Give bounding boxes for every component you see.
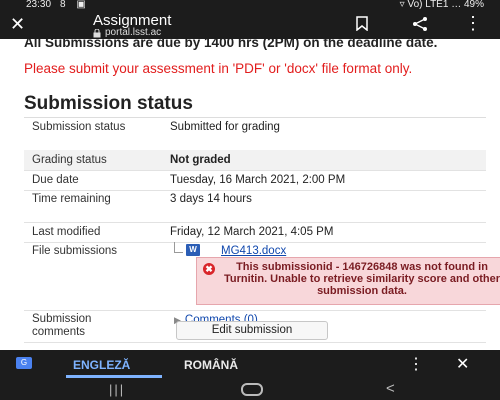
status-time: 23:30 xyxy=(26,0,52,10)
translate-bar: G ENGLEZĂ ROMÂNĂ ⋮ ✕ xyxy=(0,350,500,378)
recent-apps-icon[interactable]: ||| xyxy=(109,382,125,397)
more-vert-icon[interactable]: ⋮ xyxy=(464,13,482,34)
bookmark-icon[interactable] xyxy=(356,16,368,36)
google-translate-icon[interactable]: G xyxy=(16,357,32,369)
status-bar: 23:30 8 ▣ ▿ Vo) LTE1 … 49% xyxy=(0,0,500,10)
row-value: Friday, 12 March 2021, 4:05 PM xyxy=(170,226,334,238)
page-content: All Submissions are due by 1400 hrs (2PM… xyxy=(0,39,500,350)
table-row: File submissions W MG413.docx ✖ This sub… xyxy=(24,242,500,311)
home-icon[interactable] xyxy=(241,383,263,396)
error-icon: ✖ xyxy=(203,263,215,275)
row-value: Tuesday, 16 March 2021, 2:00 PM xyxy=(170,174,346,186)
row-label: Time remaining xyxy=(32,193,111,205)
turnitin-error-alert: ✖ This submissionid - 146726848 was not … xyxy=(196,257,500,305)
deadline-notice: All Submissions are due by 1400 hrs (2PM… xyxy=(24,39,438,50)
row-label: Submission comments xyxy=(32,313,92,338)
app-bar: ✕ Assignment portal.lsst.ac ⋮ xyxy=(0,10,500,39)
section-heading: Submission status xyxy=(24,93,193,114)
word-document-icon: W xyxy=(186,244,200,256)
row-label: Grading status xyxy=(32,154,107,166)
table-row: Time remaining 3 days 14 hours xyxy=(24,190,486,223)
tab-language-english[interactable]: ENGLEZĂ xyxy=(73,358,130,372)
page-url: portal.lsst.ac xyxy=(105,27,162,38)
table-row: Grading status Not graded xyxy=(24,150,486,171)
status-indicators: ▿ Vo) LTE1 … 49% xyxy=(399,0,484,10)
table-row: Submission status Submitted for grading xyxy=(24,118,486,151)
row-label: Last modified xyxy=(32,226,101,238)
tab-language-romanian[interactable]: ROMÂNĂ xyxy=(184,358,238,372)
edit-submission-button[interactable]: Edit submission xyxy=(176,321,328,340)
error-message: This submissionid - 146726848 was not fo… xyxy=(223,261,500,297)
row-label: Due date xyxy=(32,174,79,186)
tree-connector xyxy=(174,242,183,253)
back-icon[interactable]: < xyxy=(386,380,395,397)
share-icon[interactable] xyxy=(412,16,428,37)
close-icon[interactable]: ✕ xyxy=(10,15,25,33)
file-link[interactable]: MG413.docx xyxy=(221,245,286,257)
table-row: Last modified Friday, 12 March 2021, 4:0… xyxy=(24,222,486,243)
notification-icons: 8 ▣ xyxy=(60,0,90,10)
format-notice: Please submit your assessment in 'PDF' o… xyxy=(24,61,413,76)
row-value: Not graded xyxy=(170,154,231,166)
system-nav-bar: ||| < xyxy=(0,378,500,400)
more-vert-icon[interactable]: ⋮ xyxy=(408,354,424,374)
row-label: Submission status xyxy=(32,121,126,133)
page-title: Assignment xyxy=(93,12,172,29)
close-icon[interactable]: ✕ xyxy=(456,354,469,374)
table-row: Due date Tuesday, 16 March 2021, 2:00 PM xyxy=(24,170,486,191)
submission-status-table: Submission status Submitted for grading … xyxy=(24,117,500,343)
row-value: Submitted for grading xyxy=(170,121,280,133)
row-label: File submissions xyxy=(32,245,117,257)
row-value: 3 days 14 hours xyxy=(170,193,252,205)
